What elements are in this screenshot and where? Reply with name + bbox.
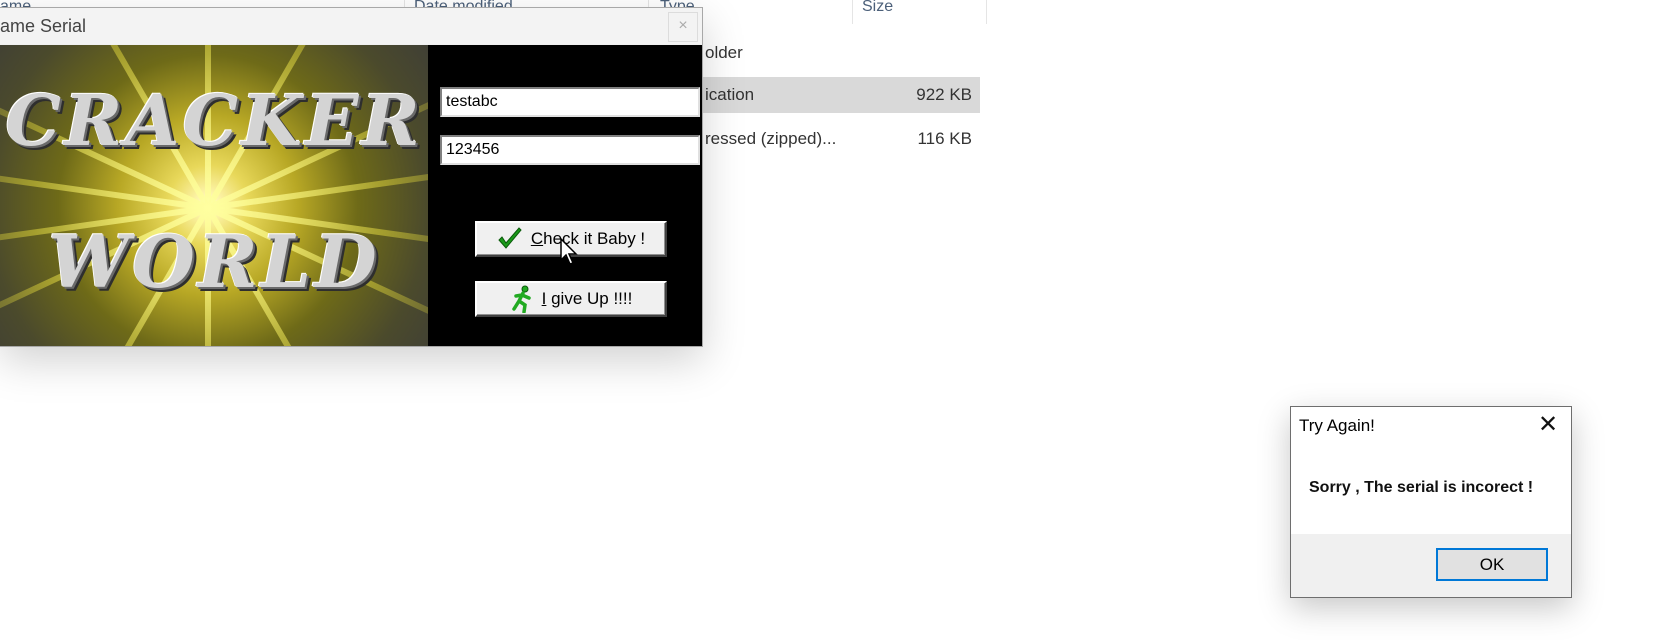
file-row-selected[interactable]: ication 922 KB xyxy=(690,77,980,113)
running-man-icon xyxy=(511,285,531,313)
check-button-label: Check it Baby ! xyxy=(530,229,646,248)
banner-ray xyxy=(207,160,428,211)
banner-title-world: WORLD xyxy=(48,219,380,304)
try-again-dialog: Try Again! ✕ Sorry , The serial is incor… xyxy=(1290,406,1572,598)
ok-button[interactable]: OK xyxy=(1436,548,1548,581)
dialog-close-button[interactable]: ✕ xyxy=(1535,413,1561,439)
column-separator xyxy=(986,0,987,24)
crackme-client-area: CRACKER WORLD testabc 123456 Check it Ba… xyxy=(0,45,702,346)
file-type: ressed (zipped)... xyxy=(705,129,837,148)
column-separator xyxy=(852,0,853,24)
dialog-title: Try Again! xyxy=(1299,416,1375,435)
name-input[interactable]: testabc xyxy=(440,87,700,117)
file-type: older xyxy=(705,43,743,62)
close-icon: × xyxy=(678,17,688,34)
checkmark-icon xyxy=(498,227,522,249)
dialog-message: Sorry , The serial is incorect ! xyxy=(1309,479,1534,496)
dialog-footer: OK xyxy=(1291,534,1571,597)
giveup-button-label: I give Up !!!! xyxy=(541,289,633,308)
file-size: 116 KB xyxy=(917,129,972,148)
file-type: ication xyxy=(705,85,755,104)
crackme-window: ame Serial × CRACKER WORLD testabc 12345… xyxy=(0,7,703,347)
mouse-pointer-icon xyxy=(560,238,578,265)
crackme-window-title: ame Serial xyxy=(0,16,87,36)
close-button[interactable]: × xyxy=(668,12,698,42)
close-icon: ✕ xyxy=(1537,411,1559,438)
i-give-up-button[interactable]: I give Up !!!! xyxy=(475,281,667,317)
banner-ray xyxy=(0,160,209,211)
file-size: 922 KB xyxy=(916,85,972,104)
serial-input[interactable]: 123456 xyxy=(440,135,700,165)
cracker-world-banner-image: CRACKER WORLD xyxy=(0,45,428,346)
crackme-titlebar[interactable]: ame Serial × xyxy=(0,8,702,44)
banner-title-cracker: CRACKER xyxy=(5,79,423,162)
column-header-size[interactable]: Size xyxy=(862,0,982,24)
dialog-titlebar[interactable]: Try Again! ✕ xyxy=(1291,407,1571,443)
